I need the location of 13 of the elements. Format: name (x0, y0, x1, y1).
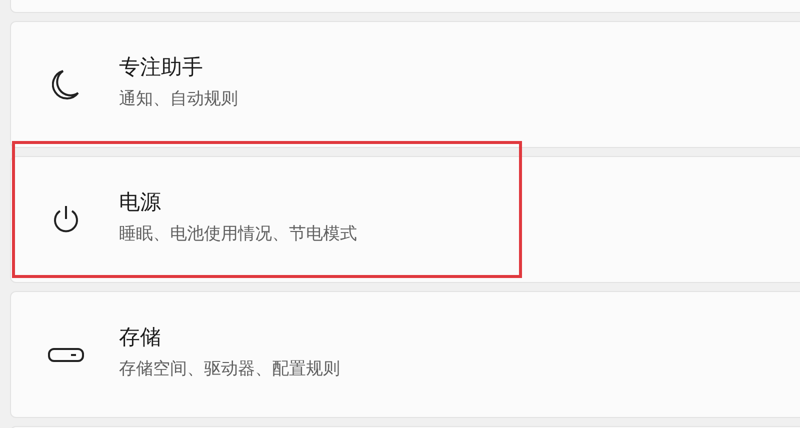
moon-icon (52, 68, 80, 102)
item-title: 存储 (119, 325, 162, 351)
settings-card[interactable]: 存储 存储空间、驱动器、配置规则 (10, 291, 800, 418)
item-subtitle: 睡眠、电池使用情况、节电模式 (119, 223, 357, 245)
settings-card[interactable]: 电源 睡眠、电池使用情况、节电模式 (10, 156, 800, 283)
item-subtitle: 存储空间、驱动器、配置规则 (119, 358, 340, 380)
item-subtitle: 通知、自动规则 (119, 88, 238, 110)
item-title: 专注助手 (119, 55, 204, 81)
drive-icon (48, 348, 84, 362)
settings-card[interactable] (10, 0, 800, 13)
settings-card[interactable]: 专注助手 通知、自动规则 (10, 21, 800, 148)
power-icon (52, 204, 80, 234)
item-title: 电源 (119, 190, 162, 216)
